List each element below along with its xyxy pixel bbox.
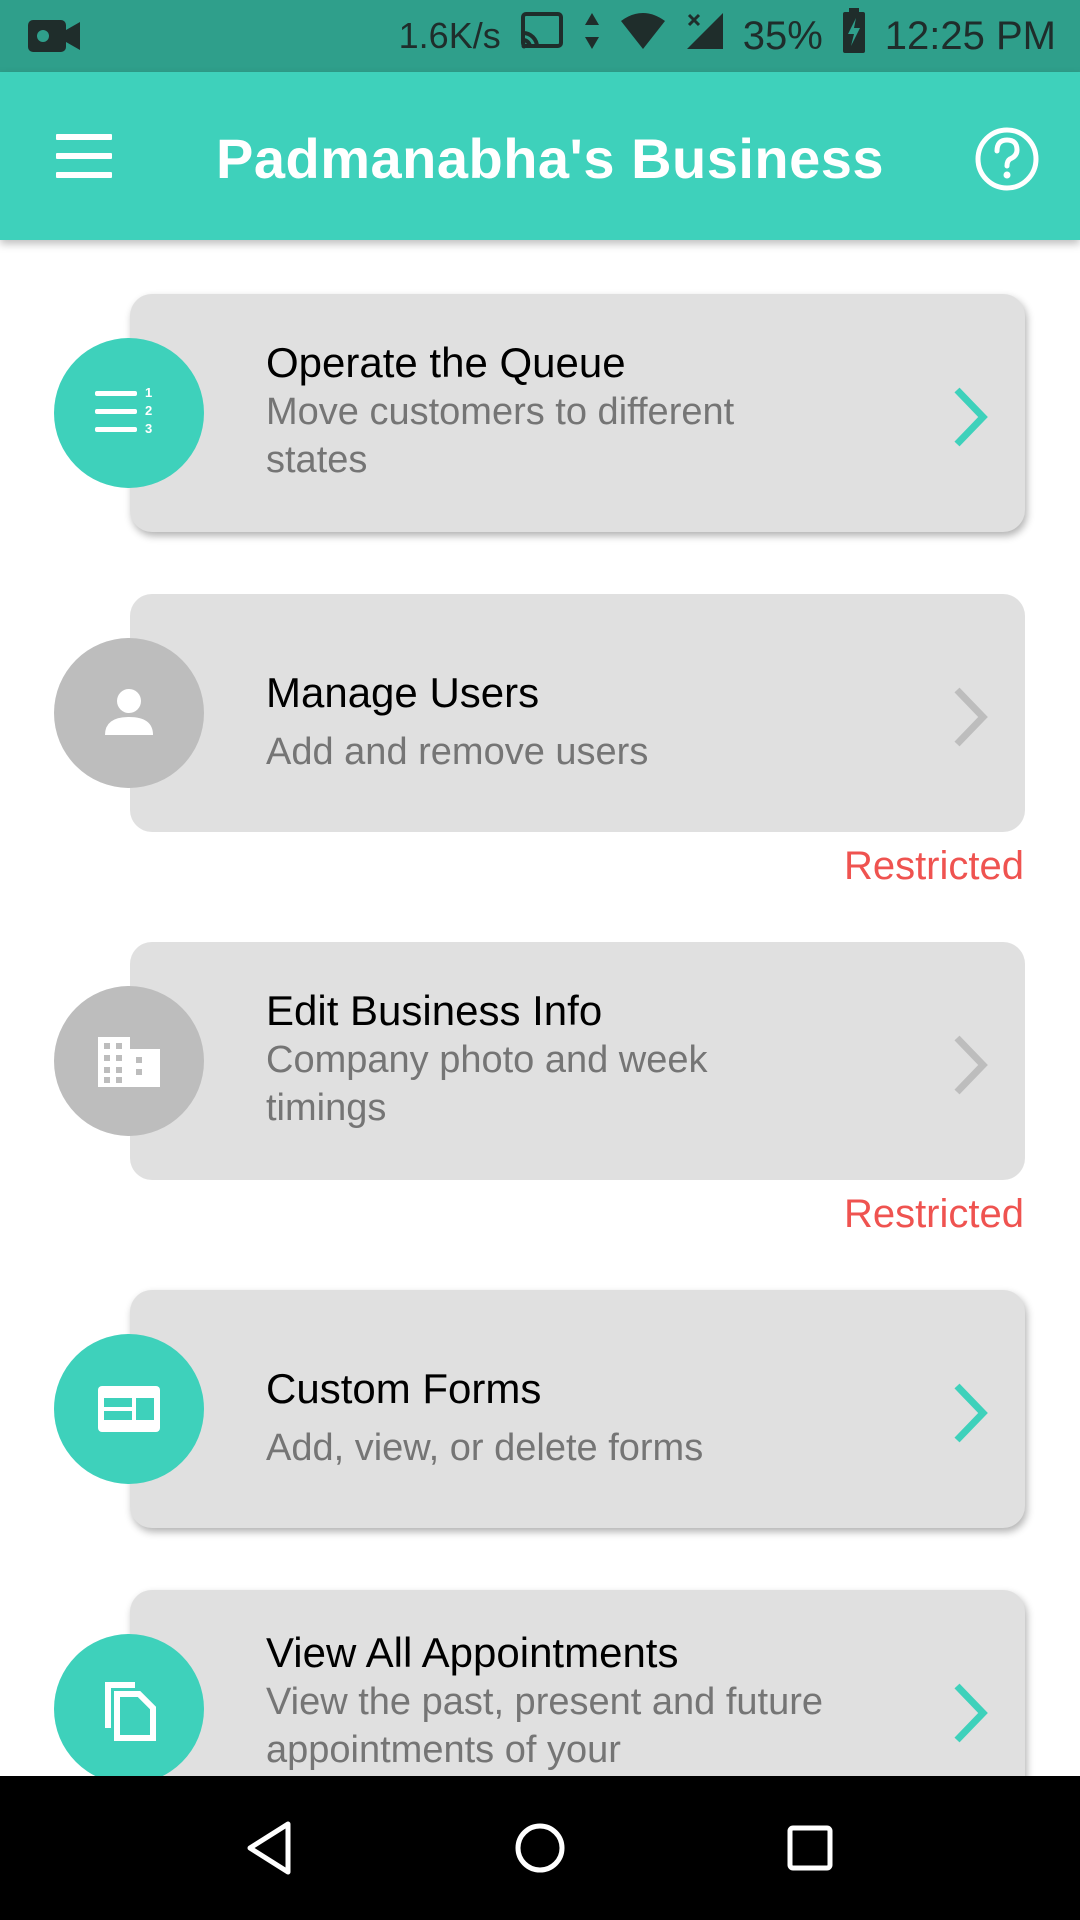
numbered-list-icon: 1 2 3: [54, 338, 204, 488]
help-circle-icon[interactable]: [974, 126, 1040, 192]
menu-card[interactable]: Custom Forms Add, view, or delete forms: [130, 1290, 1025, 1528]
page-title: Padmanabha's Business: [216, 127, 885, 190]
battery-percent: 35%: [742, 13, 823, 58]
recents-icon[interactable]: [778, 1816, 842, 1880]
item-subtitle: Company photo and week timings: [266, 1039, 708, 1129]
status-bar: 1.6K/s 35% 12:25 PM: [0, 0, 1080, 72]
restricted-label: Restricted: [843, 1192, 1024, 1236]
person-icon: [54, 638, 204, 788]
item-subtitle: Add, view, or delete forms: [266, 1427, 704, 1469]
svg-text:2: 2: [145, 403, 152, 418]
form-icon: [54, 1334, 204, 1484]
item-title: View All Appointments: [266, 1629, 679, 1676]
chevron-right-icon: [945, 382, 995, 452]
battery-charging-icon: [841, 8, 867, 64]
menu-icon[interactable]: [56, 134, 112, 178]
menu-card[interactable]: Edit Business Info Company photo and wee…: [130, 942, 1025, 1180]
data-arrows-icon: [583, 11, 601, 61]
chevron-right-icon: [945, 682, 995, 752]
item-subtitle: Move customers to different states: [266, 391, 735, 481]
menu-list: Operate the Queue Move customers to diff…: [0, 240, 1080, 1776]
clock: 12:25 PM: [884, 13, 1056, 58]
home-icon[interactable]: [508, 1816, 572, 1880]
wifi-icon: [619, 11, 667, 61]
item-subtitle: View the past, present and future appoin…: [266, 1681, 823, 1771]
item-title: Custom Forms: [266, 1365, 542, 1412]
back-icon[interactable]: [238, 1816, 302, 1880]
chevron-right-icon: [945, 1678, 995, 1748]
chevron-right-icon: [945, 1378, 995, 1448]
building-icon: [54, 986, 204, 1136]
app-bar: Padmanabha's Business: [0, 72, 1080, 240]
item-title: Edit Business Info: [266, 987, 603, 1034]
svg-text:3: 3: [145, 421, 152, 436]
menu-card[interactable]: Manage Users Add and remove users: [130, 594, 1025, 832]
item-title: Manage Users: [266, 669, 540, 716]
item-subtitle: Add and remove users: [266, 731, 649, 773]
chevron-right-icon: [945, 1030, 995, 1100]
network-speed: 1.6K/s: [398, 15, 501, 56]
copy-icon: [54, 1634, 204, 1776]
restricted-label: Restricted: [843, 844, 1024, 888]
video-camera-icon: [26, 14, 82, 63]
menu-card[interactable]: Operate the Queue Move customers to diff…: [130, 294, 1025, 532]
navigation-bar: [0, 1776, 1080, 1920]
item-title: Operate the Queue: [266, 339, 626, 386]
svg-text:1: 1: [145, 385, 152, 400]
cast-icon: [519, 11, 565, 61]
menu-card[interactable]: View All Appointments View the past, pre…: [130, 1590, 1025, 1776]
cell-signal-icon: [685, 11, 725, 61]
